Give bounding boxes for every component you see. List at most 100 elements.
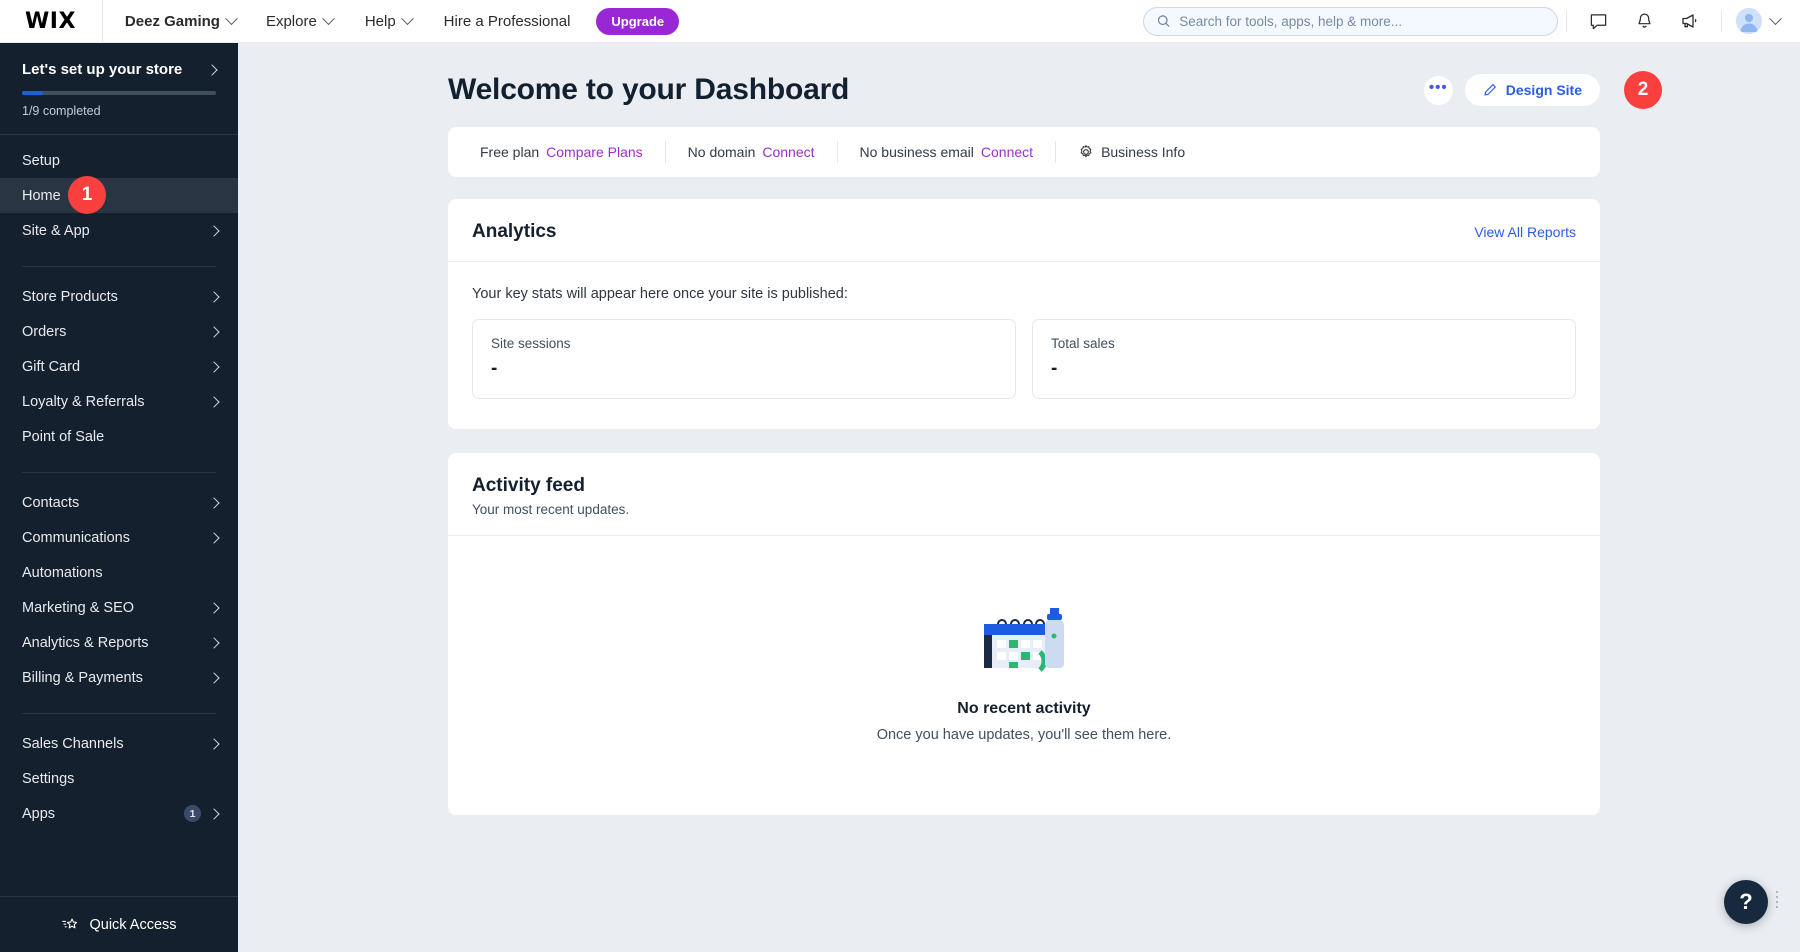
stat-label: Site sessions	[491, 336, 997, 351]
sidebar-item-label: Analytics & Reports	[22, 635, 210, 651]
sidebar-item-orders[interactable]: Orders	[0, 314, 238, 349]
chevron-right-icon	[208, 532, 219, 543]
sidebar-item-label: Home	[22, 188, 218, 204]
more-options-button[interactable]: •••	[1424, 76, 1453, 105]
chevron-down-icon	[401, 12, 414, 25]
sidebar-item-billing-and-payments[interactable]: Billing & Payments	[0, 660, 238, 695]
sidebar-item-label: Setup	[22, 153, 218, 169]
sidebar-item-store-products[interactable]: Store Products	[0, 279, 238, 314]
annotation-marker-2: 2	[1624, 71, 1662, 109]
stat-card-site-sessions[interactable]: Site sessions -	[472, 319, 1016, 399]
stat-card-total-sales[interactable]: Total sales -	[1032, 319, 1576, 399]
header-actions: ••• Design Site 2	[1424, 74, 1600, 106]
setup-progress-fill	[22, 91, 43, 95]
analytics-stats-row: Site sessions - Total sales -	[472, 319, 1576, 399]
sidebar-item-setup[interactable]: Setup	[0, 143, 238, 178]
search-input[interactable]	[1179, 14, 1544, 29]
chevron-right-icon	[208, 602, 219, 613]
quick-access-label: Quick Access	[89, 917, 176, 933]
activity-feed-card: Activity feed Your most recent updates.	[448, 453, 1600, 815]
sidebar-item-point-of-sale[interactable]: Point of Sale	[0, 419, 238, 454]
setup-progress-header[interactable]: Let's set up your store	[22, 61, 216, 78]
menu-explore[interactable]: Explore	[250, 0, 349, 43]
sidebar-item-home[interactable]: Home 1	[0, 178, 238, 213]
calendar-bottle-illustration	[978, 606, 1070, 676]
menu-help-label: Help	[365, 13, 396, 30]
status-item-business-info[interactable]: Business Info	[1056, 144, 1207, 160]
top-bar-right	[1143, 0, 1800, 43]
design-site-button[interactable]: Design Site	[1465, 74, 1600, 106]
compare-plans-link[interactable]: Compare Plans	[546, 144, 643, 160]
help-drag-handle[interactable]	[1776, 891, 1779, 909]
sidebar-item-automations[interactable]: Automations	[0, 555, 238, 590]
setup-progress-block[interactable]: Let's set up your store 1/9 completed	[0, 43, 238, 134]
sidebar-item-gift-card[interactable]: Gift Card	[0, 349, 238, 384]
sidebar-item-site-and-app[interactable]: Site & App	[0, 213, 238, 248]
sidebar-item-sales-channels[interactable]: Sales Channels	[0, 726, 238, 761]
bell-icon[interactable]	[1621, 0, 1667, 43]
chevron-right-icon	[208, 808, 219, 819]
annotation-marker-1: 1	[68, 176, 106, 214]
menu-hire-a-professional[interactable]: Hire a Professional	[428, 0, 587, 43]
site-name-label: Deez Gaming	[125, 13, 220, 30]
megaphone-icon[interactable]	[1667, 0, 1713, 43]
gear-icon	[1078, 144, 1094, 160]
sidebar-item-communications[interactable]: Communications	[0, 520, 238, 555]
search-icon	[1157, 14, 1170, 28]
chevron-right-icon	[206, 64, 217, 75]
account-menu[interactable]	[1730, 0, 1780, 43]
stat-value: -	[491, 358, 997, 380]
analytics-title: Analytics	[472, 221, 556, 243]
sidebar-item-label: Apps	[22, 806, 184, 822]
top-bar: WIX Deez Gaming Explore Help Hire a Prof…	[0, 0, 1800, 43]
chevron-right-icon	[208, 637, 219, 648]
activity-feed-empty-state: No recent activity Once you have updates…	[448, 536, 1600, 815]
page-header: Welcome to your Dashboard ••• Design Sit…	[238, 43, 1800, 107]
sidebar-item-label: Site & App	[22, 223, 210, 239]
chevron-right-icon	[208, 672, 219, 683]
view-all-reports-link[interactable]: View All Reports	[1474, 224, 1576, 240]
quick-access-button[interactable]: Quick Access	[0, 896, 238, 952]
sidebar-item-loyalty-and-referrals[interactable]: Loyalty & Referrals	[0, 384, 238, 419]
sidebar-item-label: Orders	[22, 324, 210, 340]
setup-progress-label: 1/9 completed	[22, 104, 216, 118]
main-content: Welcome to your Dashboard ••• Design Sit…	[238, 43, 1800, 952]
search-box[interactable]	[1143, 7, 1558, 36]
sidebar-item-label: Store Products	[22, 289, 210, 305]
stat-label: Total sales	[1051, 336, 1557, 351]
chevron-down-icon	[322, 12, 335, 25]
stat-value: -	[1051, 358, 1557, 380]
chat-icon[interactable]	[1575, 0, 1621, 43]
menu-help[interactable]: Help	[349, 0, 428, 43]
activity-feed-title: Activity feed	[472, 475, 1576, 497]
connect-email-link[interactable]: Connect	[981, 144, 1033, 160]
help-button[interactable]: ?	[1724, 880, 1768, 924]
wix-logo[interactable]: WIX	[25, 9, 76, 34]
upgrade-button[interactable]: Upgrade	[596, 8, 679, 35]
sidebar: Let's set up your store 1/9 completed Se…	[0, 43, 238, 952]
sidebar-item-analytics-and-reports[interactable]: Analytics & Reports	[0, 625, 238, 660]
sidebar-item-marketing-and-seo[interactable]: Marketing & SEO	[0, 590, 238, 625]
apps-count-badge: 1	[184, 805, 201, 822]
menu-hire-label: Hire a Professional	[444, 13, 571, 30]
analytics-card-header: Analytics View All Reports	[448, 199, 1600, 262]
divider	[1721, 10, 1722, 32]
divider	[22, 472, 216, 473]
site-selector[interactable]: Deez Gaming	[103, 0, 250, 43]
analytics-card-body: Your key stats will appear here once you…	[448, 262, 1600, 429]
sidebar-item-contacts[interactable]: Contacts	[0, 485, 238, 520]
divider	[22, 713, 216, 714]
setup-progress-track	[22, 91, 216, 95]
chevron-down-icon	[1769, 12, 1782, 25]
sidebar-item-apps[interactable]: Apps 1	[0, 796, 238, 831]
nav-group-business: Contacts Communications Automations Mark…	[0, 483, 238, 703]
analytics-note: Your key stats will appear here once you…	[472, 286, 1576, 302]
divider	[1566, 10, 1567, 32]
connect-domain-link[interactable]: Connect	[762, 144, 814, 160]
status-email-text: No business email	[860, 144, 974, 160]
activity-feed-subtitle: Your most recent updates.	[472, 502, 1576, 517]
sidebar-item-label: Billing & Payments	[22, 670, 210, 686]
site-status-bar: Free plan Compare Plans No domain Connec…	[448, 127, 1600, 177]
sidebar-item-settings[interactable]: Settings	[0, 761, 238, 796]
nav-group-primary: Setup Home 1 Site & App	[0, 135, 238, 256]
